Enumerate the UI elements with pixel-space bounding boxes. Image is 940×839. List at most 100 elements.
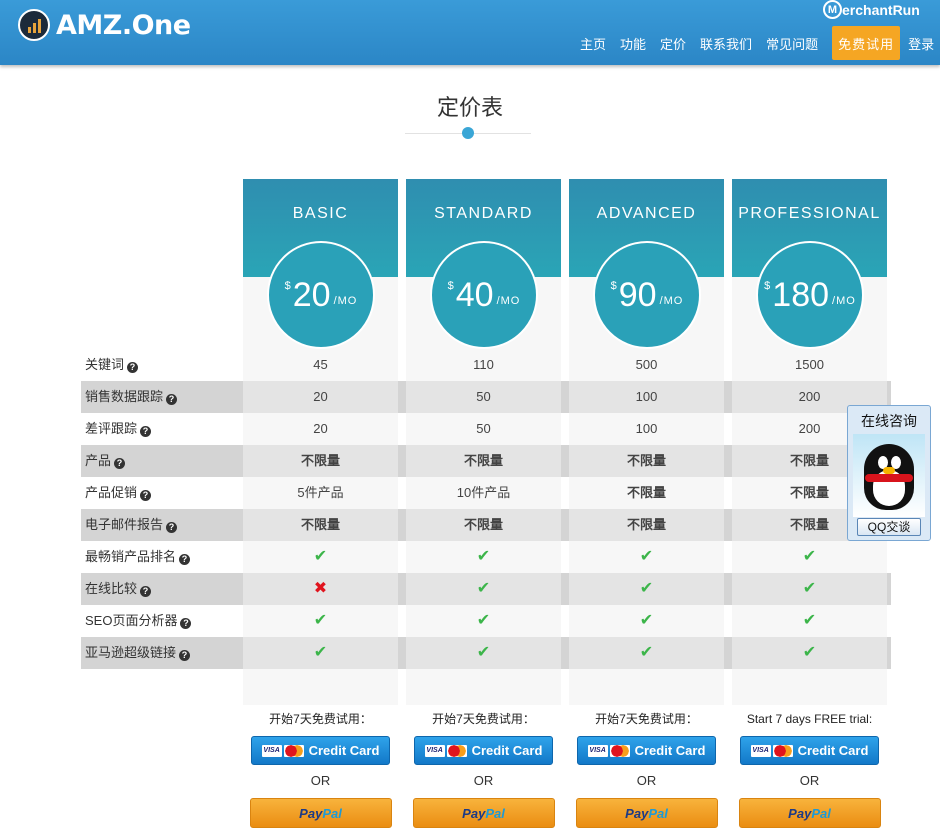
price-currency: $ (447, 280, 454, 292)
paypal-pay-text: Pay (299, 805, 323, 821)
paypal-pal-text: Pal (322, 805, 342, 821)
visa-icon: VISA (587, 744, 608, 757)
price-amount: 40 (455, 275, 494, 314)
check-icon: ✔ (313, 548, 328, 565)
nav-contact[interactable]: 联系我们 (700, 34, 752, 53)
help-icon[interactable]: ? (114, 458, 126, 469)
feature-value: ✔ (569, 605, 724, 637)
feature-label: 最畅销产品排名? (85, 541, 191, 573)
free-trial-button[interactable]: 免费试用 (832, 26, 901, 60)
or-divider: OR (310, 773, 331, 788)
feature-value: 45 (313, 357, 328, 372)
feature-value: 不限量 (626, 517, 666, 532)
nav-login[interactable]: 登录 (908, 34, 934, 53)
feature-value: 20 (313, 421, 328, 436)
title-divider-dot (462, 127, 474, 139)
feature-value: 不限量 (626, 453, 666, 468)
feature-value: ✔ (569, 637, 724, 669)
purchase-options: 开始7天免费试用： VISA Credit Card OR Pay Pal (569, 710, 724, 828)
feature-label-text: 差评跟踪 (85, 421, 138, 436)
feature-label: 在线比较? (85, 573, 152, 605)
feature-label-text: 最畅销产品排名 (85, 549, 177, 564)
feature-value: ✔ (732, 605, 887, 637)
feature-value: ✔ (569, 541, 724, 573)
feature-value: ✔ (243, 541, 398, 573)
credit-card-label: Credit Card (797, 743, 869, 758)
help-icon[interactable]: ? (166, 394, 178, 405)
mastercard-icon (772, 744, 793, 757)
feature-value: ✔ (732, 573, 887, 605)
feature-value: 10件产品 (456, 485, 511, 500)
nav-faq[interactable]: 常见问题 (766, 34, 818, 53)
cross-icon: ✖ (313, 580, 328, 597)
credit-card-button[interactable]: VISA Credit Card (414, 736, 553, 765)
paypal-button[interactable]: Pay Pal (738, 798, 881, 828)
trial-text: 开始7天免费试用： (432, 712, 535, 726)
or-divider: OR (636, 773, 657, 788)
feature-value: 50 (476, 421, 491, 436)
chart-logo-icon (18, 9, 50, 41)
feature-value: 500 (635, 357, 658, 372)
visa-icon: VISA (750, 744, 771, 757)
feature-value: 不限量 (626, 485, 666, 500)
feature-value: ✔ (406, 541, 561, 573)
credit-card-button[interactable]: VISA Credit Card (577, 736, 716, 765)
paypal-pal-text: Pal (485, 805, 505, 821)
qq-chat-button[interactable]: QQ交谈 (857, 518, 921, 536)
feature-label-text: 产品 (85, 453, 112, 468)
paypal-button[interactable]: Pay Pal (575, 798, 718, 828)
feature-value: ✔ (406, 573, 561, 605)
help-icon[interactable]: ? (179, 554, 191, 565)
help-icon[interactable]: ? (140, 586, 152, 597)
credit-card-button[interactable]: VISA Credit Card (740, 736, 879, 765)
nav-pricing[interactable]: 定价 (660, 34, 686, 53)
check-icon: ✔ (802, 580, 817, 597)
merchantrun-logo[interactable]: M erchantRun (823, 0, 920, 19)
credit-card-button[interactable]: VISA Credit Card (251, 736, 390, 765)
check-icon: ✔ (639, 612, 654, 629)
online-chat-widget[interactable]: 在线咨询 QQ交谈 (847, 405, 931, 541)
feature-label: 销售数据跟踪? (85, 381, 178, 413)
check-icon: ✔ (802, 548, 817, 565)
paypal-button[interactable]: Pay Pal (249, 798, 392, 828)
logo-text: AMZ.One (56, 9, 191, 41)
mastercard-icon (609, 744, 630, 757)
help-icon[interactable]: ? (140, 490, 152, 501)
help-icon[interactable]: ? (180, 618, 192, 629)
check-icon: ✔ (313, 644, 328, 661)
or-divider: OR (473, 773, 494, 788)
nav-home[interactable]: 主页 (580, 34, 606, 53)
paypal-pay-text: Pay (462, 805, 486, 821)
price-badge: $90/MO (593, 241, 701, 349)
feature-label-text: 关键词 (85, 357, 125, 372)
check-icon: ✔ (802, 644, 817, 661)
help-icon[interactable]: ? (127, 362, 139, 373)
help-icon[interactable]: ? (166, 522, 178, 533)
paypal-pay-text: Pay (625, 805, 649, 821)
paypal-button[interactable]: Pay Pal (412, 798, 555, 828)
visa-icon: VISA (424, 744, 445, 757)
check-icon: ✔ (639, 644, 654, 661)
feature-value: ✔ (406, 637, 561, 669)
feature-value: 20 (313, 389, 328, 404)
credit-card-label: Credit Card (471, 743, 543, 758)
check-icon: ✔ (476, 580, 491, 597)
price-period: /MO (333, 295, 358, 307)
help-icon[interactable]: ? (140, 426, 152, 437)
price-currency: $ (610, 280, 617, 292)
feature-label-text: 销售数据跟踪 (85, 389, 164, 404)
help-icon[interactable]: ? (179, 650, 191, 661)
trial-text: 开始7天免费试用： (595, 712, 698, 726)
or-divider: OR (799, 773, 820, 788)
nav-features[interactable]: 功能 (620, 34, 646, 53)
main-nav: 主页 功能 定价 联系我们 常见问题 免费试用 登录 (580, 26, 940, 60)
price-currency: $ (284, 280, 291, 292)
site-logo[interactable]: AMZ.One (18, 9, 191, 41)
feature-label-text: 亚马逊超级链接 (85, 645, 177, 660)
check-icon: ✔ (639, 580, 654, 597)
trial-text: Start 7 days FREE trial: (746, 712, 873, 726)
check-icon: ✔ (476, 644, 491, 661)
price-badge: $20/MO (267, 241, 375, 349)
purchase-options: 开始7天免费试用： VISA Credit Card OR Pay Pal (243, 710, 398, 828)
price-amount: 90 (618, 275, 657, 314)
